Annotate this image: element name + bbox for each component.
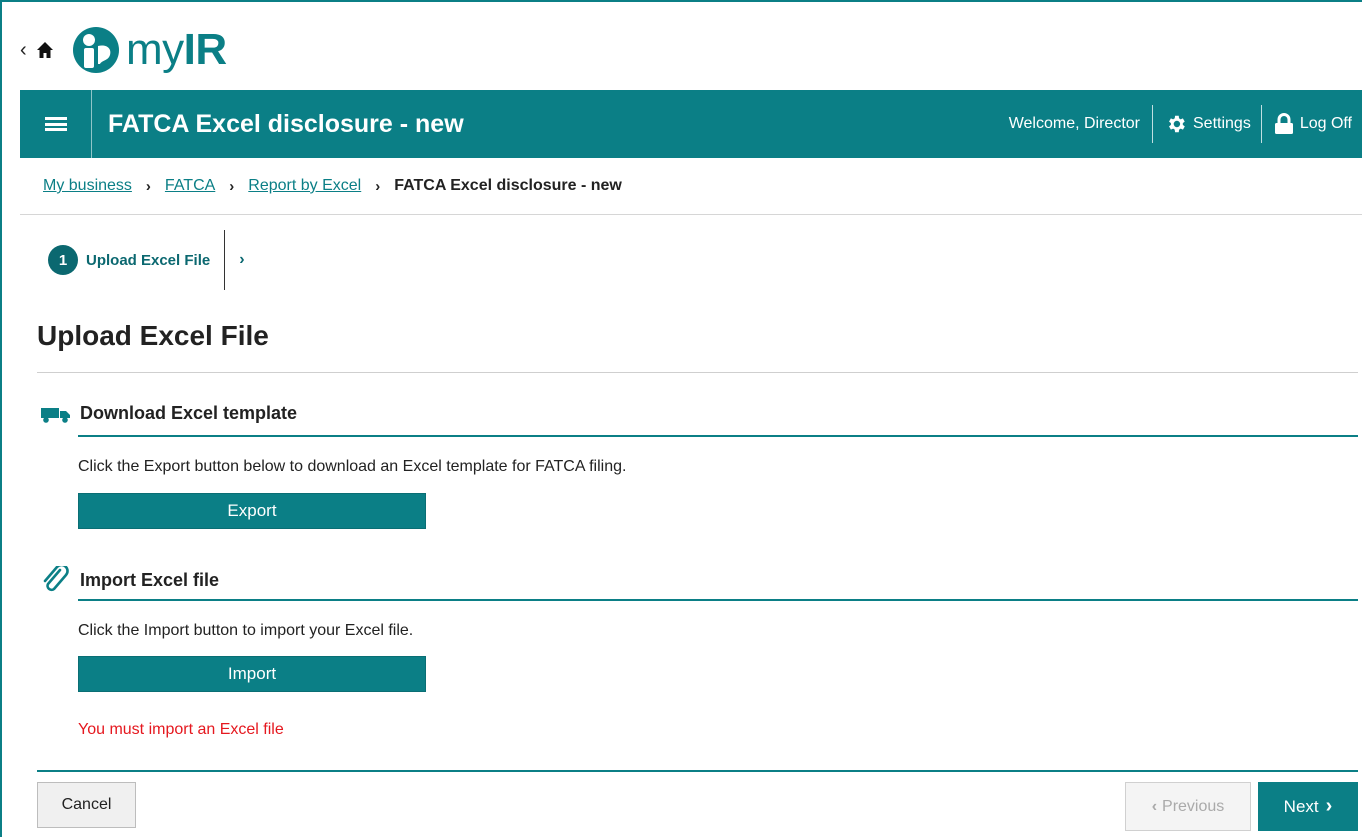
breadcrumb-current: FATCA Excel disclosure - new [394, 177, 622, 194]
next-button[interactable]: Next › [1258, 782, 1358, 831]
footer-divider [37, 770, 1358, 772]
hamburger-icon [44, 115, 67, 134]
breadcrumb-link-my-business[interactable]: My business [43, 177, 132, 195]
breadcrumb-link-report-by-excel[interactable]: Report by Excel [248, 177, 361, 195]
export-button[interactable]: Export [78, 493, 426, 529]
logoff-link[interactable]: Log Off [1262, 113, 1362, 135]
home-icon[interactable] [36, 40, 56, 60]
previous-button[interactable]: ‹ Previous [1125, 782, 1251, 831]
welcome-text: Welcome, Director [1008, 115, 1140, 132]
stepper: 1 Upload Excel File › [48, 230, 245, 290]
previous-label: Previous [1162, 797, 1225, 815]
settings-link[interactable]: Settings [1153, 113, 1261, 135]
settings-label: Settings [1193, 115, 1251, 132]
breadcrumb-separator-icon: › [229, 177, 235, 195]
cancel-button[interactable]: Cancel [37, 782, 136, 828]
myir-logo-icon[interactable] [72, 26, 120, 74]
download-section-heading: Download Excel template [40, 403, 297, 424]
gear-icon [1169, 115, 1185, 133]
title-divider [37, 372, 1358, 373]
import-section-heading: Import Excel file [40, 566, 219, 594]
breadcrumb-link-fatca[interactable]: FATCA [165, 177, 215, 195]
download-section-rule [78, 435, 1358, 437]
download-section-text: Click the Export button below to downloa… [78, 458, 627, 475]
import-section-text: Click the Import button to import your E… [78, 622, 414, 639]
download-section-title: Download Excel template [80, 403, 298, 423]
window-frame-top [0, 0, 1362, 2]
paperclip-icon [43, 566, 69, 592]
import-section-rule [78, 599, 1358, 601]
step-number-badge: 1 [48, 245, 78, 275]
window-frame-left [0, 0, 17, 837]
chevron-left-icon: ‹ [1151, 797, 1158, 815]
step-next-chevron-icon: › [239, 251, 245, 268]
breadcrumb-separator-icon: › [145, 177, 151, 195]
breadcrumb-divider [20, 214, 1362, 215]
page-title: Upload Excel File [37, 320, 269, 351]
import-section-title: Import Excel file [80, 569, 220, 590]
step-label-upload[interactable]: Upload Excel File [86, 252, 210, 269]
next-label: Next [1283, 796, 1319, 816]
logoff-label: Log Off [1299, 115, 1352, 132]
header-bar: FATCA Excel disclosure - new Welcome, Di… [20, 90, 1362, 158]
import-error-message: You must import an Excel file [78, 721, 284, 738]
breadcrumb: My business › FATCA › Report by Excel › … [43, 177, 622, 195]
myir-logo-text: myIR [126, 25, 227, 74]
import-button[interactable]: Import [78, 656, 426, 692]
step-divider [224, 230, 226, 290]
truck-icon [41, 407, 70, 423]
page-header-title: FATCA Excel disclosure - new [108, 109, 464, 138]
lock-icon [1274, 113, 1293, 134]
logo-row: ‹ myIR [20, 14, 227, 86]
hamburger-menu-button[interactable] [20, 90, 92, 158]
back-chevron-icon[interactable]: ‹ [20, 40, 34, 60]
chevron-right-icon: › [1325, 795, 1333, 817]
header-user-area: Welcome, Director Settings Log Off [1009, 90, 1362, 158]
breadcrumb-separator-icon: › [375, 177, 381, 195]
